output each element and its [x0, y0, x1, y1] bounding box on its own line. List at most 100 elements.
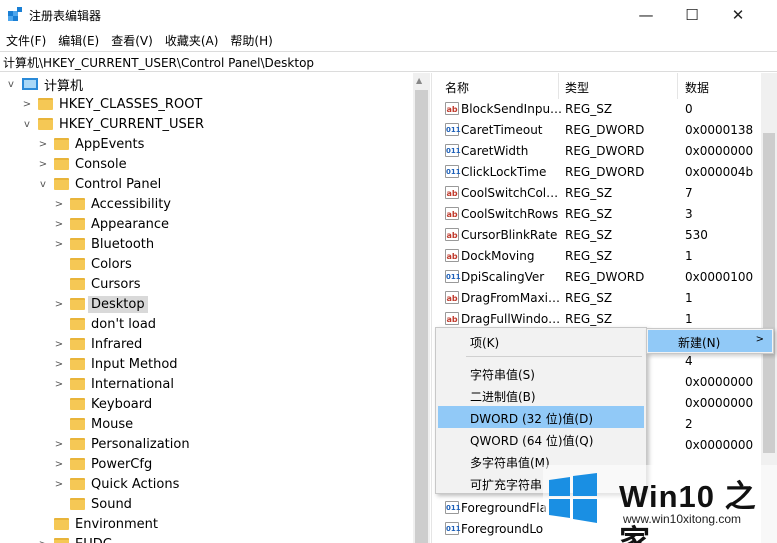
tree-item[interactable]: Colors — [52, 254, 132, 274]
folder-icon — [70, 418, 85, 430]
new-submenu-trigger: 新建(N) > — [646, 328, 774, 354]
tree-item[interactable]: > Desktop — [52, 294, 148, 314]
chevron-right-icon[interactable]: > — [52, 239, 66, 250]
tree-item[interactable]: > HKEY_CLASSES_ROOT — [20, 94, 203, 114]
chevron-right-icon[interactable]: > — [52, 459, 66, 470]
tree-item-label: PowerCfg — [91, 456, 153, 472]
context-menu-item[interactable]: 二进制值(B) — [438, 384, 644, 406]
list-row[interactable]: 011 DpiScalingVer REG_DWORD 0x0000100 — [437, 267, 777, 288]
list-row[interactable]: ab DragFromMaxi… REG_SZ 1 — [437, 288, 777, 309]
close-button[interactable]: ✕ — [715, 0, 761, 30]
value-data: 0x0000000 — [685, 144, 754, 158]
list-row[interactable]: 011 CaretTimeout REG_DWORD 0x0000138 — [437, 120, 777, 141]
value-type: REG_SZ — [565, 249, 613, 263]
tree-item-label: Desktop — [88, 295, 148, 313]
menu-view[interactable]: 查看(V) — [105, 30, 159, 50]
folder-icon — [54, 518, 69, 530]
tree-item[interactable]: Sound — [52, 494, 132, 514]
tree-item-computer[interactable]: v 计算机 — [4, 74, 83, 94]
chevron-right-icon[interactable]: > — [52, 379, 66, 390]
maximize-button[interactable]: ☐ — [669, 0, 715, 30]
chevron-right-icon[interactable]: > — [52, 199, 66, 210]
scroll-up-icon[interactable]: ▲ — [416, 76, 422, 85]
menu-favorites[interactable]: 收藏夹(A) — [159, 30, 225, 50]
menu-file[interactable]: 文件(F) — [0, 30, 52, 50]
list-scroll-thumb[interactable] — [763, 133, 775, 453]
chevron-down-icon[interactable]: v — [20, 119, 34, 130]
folder-icon — [70, 258, 85, 270]
tree-item[interactable]: don't load — [52, 314, 156, 334]
tree-item[interactable]: > Console — [36, 154, 127, 174]
menu-item-new[interactable]: 新建(N) > — [648, 330, 772, 352]
context-menu-item[interactable]: 字符串值(S) — [438, 362, 644, 384]
context-menu-item[interactable]: DWORD (32 位)值(D) — [438, 406, 644, 428]
chevron-right-icon[interactable]: > — [52, 339, 66, 350]
folder-icon — [70, 358, 85, 370]
column-data-header[interactable]: 数据 — [685, 79, 709, 96]
chevron-right-icon[interactable]: > — [52, 299, 66, 310]
tree-scrollbar[interactable]: ▲ — [413, 73, 430, 543]
menu-help[interactable]: 帮助(H) — [224, 30, 278, 50]
tree-item[interactable]: > Infrared — [52, 334, 142, 354]
tree-item[interactable]: > Accessibility — [52, 194, 171, 214]
tree-item[interactable]: > PowerCfg — [52, 454, 152, 474]
tree-item[interactable]: > Quick Actions — [52, 474, 180, 494]
chevron-right-icon[interactable]: > — [36, 539, 50, 543]
chevron-right-icon[interactable]: > — [36, 159, 50, 170]
chevron-down-icon[interactable]: v — [4, 79, 18, 90]
tree-item[interactable]: Mouse — [52, 414, 133, 434]
tree-scroll-thumb[interactable] — [415, 90, 428, 543]
tree-item[interactable]: Environment — [36, 514, 158, 534]
chevron-right-icon[interactable]: > — [52, 359, 66, 370]
chevron-right-icon[interactable]: > — [20, 99, 34, 110]
chevron-right-icon[interactable]: > — [52, 479, 66, 490]
menu-edit[interactable]: 编辑(E) — [52, 30, 105, 50]
value-type: REG_SZ — [565, 186, 613, 200]
tree-item[interactable]: > Appearance — [52, 214, 169, 234]
binary-value-icon: 011 — [445, 123, 461, 136]
chevron-right-icon[interactable]: > — [52, 219, 66, 230]
tree-item[interactable]: Keyboard — [52, 394, 152, 414]
list-row[interactable]: ab CoolSwitchCol… REG_SZ 7 — [437, 183, 777, 204]
binary-value-icon: 011 — [445, 165, 461, 178]
value-data: 2 — [685, 417, 693, 431]
tree-item[interactable]: > Personalization — [52, 434, 190, 454]
chevron-right-icon[interactable]: > — [52, 439, 66, 450]
tree-item[interactable]: v Control Panel — [36, 174, 161, 194]
string-value-icon: ab — [445, 291, 459, 304]
tree-item[interactable]: Cursors — [52, 274, 141, 294]
tree-item-label: Personalization — [91, 436, 190, 452]
binary-value-icon: 011 — [445, 522, 461, 535]
minimize-button[interactable]: — — [623, 0, 669, 30]
tree-item[interactable]: > EUDC — [36, 534, 112, 543]
list-row[interactable]: 011 ClickLockTime REG_DWORD 0x000004b — [437, 162, 777, 183]
tree-item-label: Colors — [91, 256, 132, 272]
folder-icon — [54, 538, 69, 543]
tree-item-label: Cursors — [91, 276, 141, 292]
value-name: CursorBlinkRate — [461, 228, 558, 242]
list-row[interactable]: ab CursorBlinkRate REG_SZ 530 — [437, 225, 777, 246]
string-value-icon: ab — [445, 186, 459, 199]
value-data: 1 — [685, 312, 693, 326]
tree-item[interactable]: > Bluetooth — [52, 234, 154, 254]
list-row[interactable]: ab DockMoving REG_SZ 1 — [437, 246, 777, 267]
column-type-header[interactable]: 类型 — [565, 79, 589, 96]
folder-icon — [70, 438, 85, 450]
value-name: BlockSendInpu… — [461, 102, 563, 116]
context-menu-item[interactable]: 项(K) — [438, 330, 644, 352]
column-name-header[interactable]: 名称 — [445, 79, 469, 96]
value-type: REG_SZ — [565, 207, 613, 221]
tree-item[interactable]: > AppEvents — [36, 134, 145, 154]
list-row[interactable]: 011 CaretWidth REG_DWORD 0x0000000 — [437, 141, 777, 162]
list-row[interactable]: ab CoolSwitchRows REG_SZ 3 — [437, 204, 777, 225]
string-value-icon: ab — [445, 312, 459, 325]
chevron-down-icon[interactable]: v — [36, 179, 50, 190]
context-menu-item[interactable]: QWORD (64 位)值(Q) — [438, 428, 644, 450]
tree-item[interactable]: > International — [52, 374, 174, 394]
list-row[interactable]: ab BlockSendInpu… REG_SZ 0 — [437, 99, 777, 120]
chevron-right-icon[interactable]: > — [36, 139, 50, 150]
tree-item[interactable]: v HKEY_CURRENT_USER — [20, 114, 204, 134]
folder-icon — [70, 478, 85, 490]
tree-item[interactable]: > Input Method — [52, 354, 178, 374]
address-bar[interactable]: 计算机\HKEY_CURRENT_USER\Control Panel\Desk… — [0, 51, 777, 72]
